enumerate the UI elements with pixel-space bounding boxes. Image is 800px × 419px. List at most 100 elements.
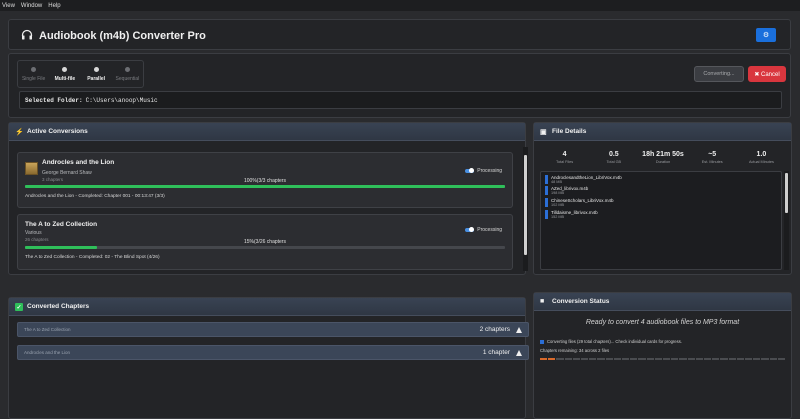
card-author: George Bernard Shaw — [42, 170, 92, 176]
radio-icon — [31, 66, 37, 72]
mode-label: Multi-file — [54, 75, 76, 82]
progress-label: 100%(3/3 chapters — [244, 178, 286, 184]
scrollbar[interactable] — [784, 171, 789, 270]
progress-fill — [25, 185, 505, 188]
progress-segment — [638, 358, 646, 360]
conversion-status-panel: ■ Conversion Status Ready to convert 4 a… — [533, 292, 792, 419]
progress-segment — [679, 358, 687, 360]
card-author: Various — [25, 230, 42, 236]
progress-segment — [704, 358, 712, 360]
scrollbar[interactable] — [523, 147, 528, 271]
mode-selector: Single File Multi-file Parallel Sequenti… — [17, 60, 144, 88]
section-title: Active Conversions — [27, 128, 88, 135]
progress-segment — [540, 358, 548, 360]
stat-label: Est. Minutes — [701, 160, 723, 164]
book-cover-icon — [25, 162, 38, 175]
stat-value: 1.0 — [756, 151, 767, 158]
mode-multi-file[interactable]: Multi-file — [49, 61, 80, 87]
stat-value: 4 — [562, 151, 567, 158]
converted-row[interactable]: Androcles and the Lion 1 chapter — [17, 345, 529, 360]
card-status-line: The A to Zed Collection - Completed: 02 … — [25, 255, 160, 260]
document-icon: ▣ — [540, 129, 547, 136]
conversion-info: Converting files (29 total chapters)... … — [540, 339, 682, 344]
card-status: Processing — [465, 168, 502, 174]
converted-row[interactable]: The A to Zed Collection 2 chapters — [17, 322, 529, 337]
toggle-icon[interactable] — [465, 168, 475, 173]
progress-segment — [745, 358, 753, 360]
progress-segment — [646, 358, 654, 360]
progress-segment — [589, 358, 597, 360]
file-size: 198 MB — [551, 191, 565, 195]
file-icon — [545, 186, 548, 195]
progress-segment — [712, 358, 720, 360]
progress-segment — [572, 358, 581, 360]
cancel-button[interactable]: ✖ Cancel — [748, 66, 786, 82]
file-size: 152 MB — [551, 215, 565, 219]
progress-bar — [25, 185, 505, 188]
stat-value: 0.5 — [608, 151, 619, 158]
file-details-panel: ▣ File Details 4 Total Files 0.5 Total G… — [533, 122, 792, 275]
headphones-icon — [21, 29, 33, 40]
file-size: 102 MB — [551, 203, 565, 207]
progress-segment — [605, 358, 613, 360]
card-title: The A to Zed Collection — [25, 221, 98, 228]
conversion-card: The A to Zed Collection Various 26 chapt… — [17, 214, 513, 270]
stat-duration: 18h 21m 50s Duration — [638, 151, 687, 164]
folder-label: Selected Folder: — [25, 96, 83, 104]
file-item[interactable]: AndroclesandtheLion_LibriVox.m4b 48 MB — [545, 175, 622, 185]
expand-icon[interactable] — [516, 350, 522, 356]
chapters-remaining: Chapters remaining: 34 across 2 files — [540, 348, 610, 353]
file-icon — [545, 175, 548, 184]
mode-single-file[interactable]: Single File — [18, 61, 49, 87]
expand-icon[interactable] — [516, 327, 522, 333]
converting-button[interactable]: Converting... — [694, 66, 744, 82]
mode-parallel[interactable]: Parallel — [81, 61, 112, 87]
gear-icon: ⚙ — [762, 32, 770, 39]
stat-label: Total GB — [606, 160, 622, 164]
section-header: ⚡ Active Conversions — [9, 123, 525, 141]
progress-segment — [777, 358, 786, 360]
progress-segment — [556, 358, 564, 360]
status-label: Processing — [477, 168, 502, 174]
file-list: AndroclesandtheLion_LibriVox.m4b 48 MB A… — [540, 171, 782, 270]
file-icon — [545, 198, 548, 207]
card-status: Processing — [465, 227, 502, 233]
progress-segment — [720, 358, 728, 360]
radio-icon — [124, 66, 130, 72]
folder-path: C:\Users\anoop\Music — [85, 96, 158, 104]
app-title: Audiobook (m4b) Converter Pro — [39, 30, 206, 42]
file-item[interactable]: Tilldaisme_librivox.m4b 152 MB — [545, 210, 598, 220]
menu-window[interactable]: Window — [21, 3, 42, 9]
scroll-thumb[interactable] — [785, 173, 788, 213]
section-header: ▣ File Details — [534, 123, 791, 141]
stat-label: Duration — [655, 160, 671, 164]
file-item[interactable]: ChineseScholars_LibriVox.m4b 102 MB — [545, 198, 614, 208]
menu-bar: View Window Help — [0, 0, 800, 11]
progress-segment — [630, 358, 638, 360]
progress-segment — [581, 358, 589, 360]
progress-segment — [564, 358, 572, 360]
progress-segment — [622, 358, 630, 360]
stat-label: Total Files — [556, 160, 574, 164]
segmented-progress-bar — [540, 358, 786, 360]
toggle-icon[interactable] — [465, 227, 475, 232]
scroll-thumb[interactable] — [524, 155, 527, 255]
mode-label: Single File — [21, 75, 46, 82]
selected-folder: Selected Folder: C:\Users\anoop\Music — [19, 91, 782, 109]
file-item[interactable]: AZed_librivox.m4b 198 MB — [545, 186, 588, 196]
section-title: Conversion Status — [552, 298, 610, 305]
info-text: Converting files (29 total chapters)... … — [547, 339, 682, 344]
settings-button[interactable]: ⚙ — [756, 28, 776, 42]
section-header: ✓ Converted Chapters — [9, 298, 525, 316]
card-status-line: Androcles and the Lion - Completed: Chap… — [25, 194, 165, 199]
progress-segment — [548, 358, 556, 360]
progress-segment — [613, 358, 622, 360]
card-title: Androcles and the Lion — [42, 159, 115, 166]
menu-view[interactable]: View — [2, 3, 15, 9]
stat-value: 18h 21m 50s — [642, 151, 684, 158]
check-icon: ✓ — [15, 303, 23, 311]
menu-help[interactable]: Help — [48, 3, 60, 9]
progress-segment — [736, 358, 745, 360]
mode-sequential[interactable]: Sequential — [112, 61, 143, 87]
progress-segment — [761, 358, 769, 360]
